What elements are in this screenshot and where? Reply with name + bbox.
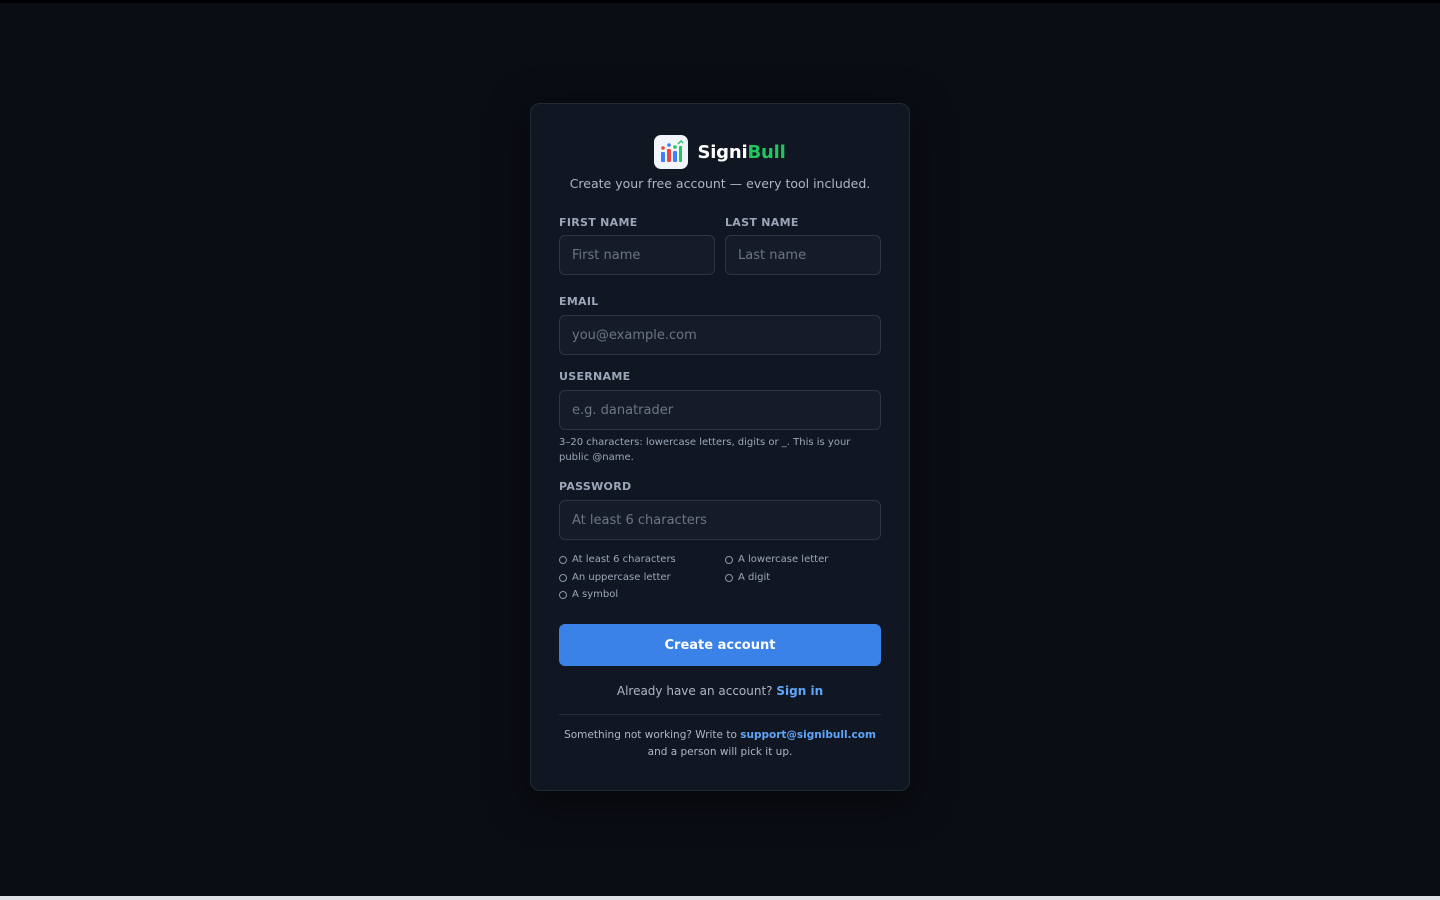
brand-name: SigniBull <box>697 142 785 163</box>
support-prefix: Something not working? Write to <box>564 729 737 741</box>
divider <box>559 714 881 715</box>
last-name-input[interactable] <box>725 235 881 275</box>
username-hint: 3–20 characters: lowercase letters, digi… <box>559 437 851 463</box>
rule-circle-icon <box>725 555 733 564</box>
rule-text: A symbol <box>572 589 619 600</box>
last-name-label: LAST NAME <box>725 216 799 229</box>
password-rule: An uppercase letter <box>559 572 671 583</box>
rule-circle-icon <box>559 555 567 564</box>
brand-header: SigniBull <box>531 134 909 170</box>
brand-name-part1: Signi <box>697 141 748 163</box>
rule-circle-icon <box>559 590 567 599</box>
email-input[interactable] <box>559 315 881 355</box>
password-input[interactable] <box>559 500 881 540</box>
top-border <box>0 0 1440 3</box>
rule-text: A lowercase letter <box>738 554 829 565</box>
brand-name-part2: Bull <box>747 141 786 163</box>
password-label: PASSWORD <box>559 480 632 493</box>
username-input[interactable] <box>559 390 881 430</box>
support-email-link[interactable]: support@signibull.com <box>740 729 876 741</box>
password-rule: At least 6 characters <box>559 554 676 565</box>
rule-text: An uppercase letter <box>572 572 671 583</box>
rule-text: A digit <box>738 572 771 583</box>
password-rule: A digit <box>725 572 770 583</box>
email-label: EMAIL <box>559 295 599 308</box>
support-note: Something not working? Write to support@… <box>559 727 881 761</box>
page-subtitle: Create your free account — every tool in… <box>569 176 871 191</box>
first-name-label: FIRST NAME <box>559 216 638 229</box>
bar-chart-logo-icon <box>654 135 689 169</box>
bottom-border <box>0 896 1440 900</box>
signin-prompt: Already have an account? Sign in <box>531 684 909 698</box>
sign-in-link[interactable]: Sign in <box>776 684 823 698</box>
username-label: USERNAME <box>559 370 631 383</box>
password-rule: A symbol <box>559 589 618 600</box>
rule-text: At least 6 characters <box>572 554 676 565</box>
signin-prompt-text: Already have an account? <box>616 684 773 698</box>
first-name-input[interactable] <box>559 235 715 275</box>
support-suffix: and a person will pick it up. <box>647 746 793 758</box>
signup-card: SigniBull Create your free account — eve… <box>530 103 910 791</box>
password-rule: A lowercase letter <box>725 554 828 565</box>
rule-circle-icon <box>725 573 733 582</box>
rule-circle-icon <box>559 573 567 582</box>
create-account-button[interactable]: Create account <box>559 624 881 666</box>
